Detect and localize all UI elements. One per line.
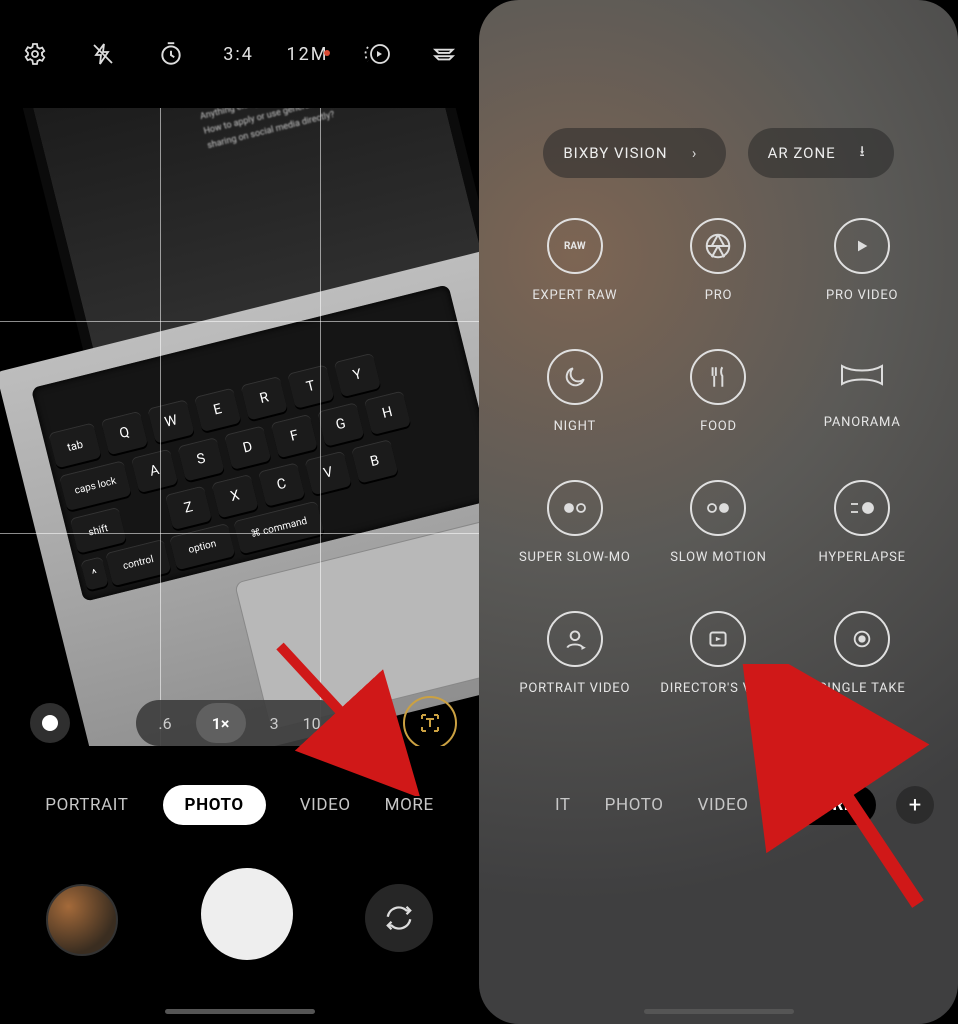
mode-slow-motion[interactable]: SLOW MOTION	[647, 480, 791, 565]
aspect-ratio-button[interactable]: 3:4	[219, 44, 259, 65]
mode-more[interactable]: MORE	[385, 795, 434, 815]
scan-text-button[interactable]	[403, 696, 457, 746]
hyperlapse-icon	[834, 480, 890, 536]
mode-single-take[interactable]: SINGLE TAKE	[790, 611, 934, 696]
mode-pro-video[interactable]: PRO VIDEO	[790, 218, 934, 303]
shutter-button[interactable]	[201, 868, 293, 960]
top-chips: BIXBY VISION› AR ZONE⭳	[479, 128, 958, 178]
mode-photo[interactable]: PHOTO	[605, 795, 664, 815]
color-tone-button[interactable]	[30, 703, 70, 743]
mode-hyperlapse[interactable]: HYPERLAPSE	[790, 480, 934, 565]
mode-portrait[interactable]: PORTRAIT	[45, 795, 128, 815]
mode-super-slow-mo[interactable]: SUPER SLOW-MO	[503, 480, 647, 565]
more-modes-pane: BIXBY VISION› AR ZONE⭳ RAW EXPERT RAW PR…	[479, 0, 958, 1024]
zoom-option[interactable]: 3	[270, 714, 279, 733]
viewfinder-screen-text: Can you use own keywords or predefined o…	[195, 108, 413, 154]
mode-portrait-video[interactable]: PORTRAIT VIDEO	[503, 611, 647, 696]
mode-photo[interactable]: PHOTO	[163, 785, 266, 825]
home-indicator[interactable]	[644, 1009, 794, 1014]
aperture-icon	[690, 218, 746, 274]
motion-photo-icon[interactable]	[356, 34, 396, 74]
gallery-thumbnail[interactable]	[46, 884, 118, 956]
food-icon	[690, 349, 746, 405]
zoom-option[interactable]: 10	[303, 714, 321, 733]
mode-panorama[interactable]: PANORAMA	[790, 349, 934, 434]
download-icon: ⭳	[852, 141, 874, 166]
panorama-icon	[836, 349, 888, 401]
mode-night[interactable]: NIGHT	[503, 349, 647, 434]
chevron-right-icon: ›	[684, 144, 706, 162]
bottom-controls	[0, 850, 479, 980]
moon-icon	[547, 349, 603, 405]
edit-modes-button[interactable]: +	[896, 786, 934, 824]
viewfinder[interactable]: Can you use own keywords or predefined o…	[0, 108, 479, 746]
mode-directors-view[interactable]: DIRECTOR'S VIEW	[647, 611, 791, 696]
expert-raw-icon: RAW	[547, 218, 603, 274]
flash-off-icon[interactable]	[83, 34, 123, 74]
play-icon	[834, 218, 890, 274]
recording-dot-indicator	[324, 50, 330, 56]
zoom-option[interactable]: .6	[158, 714, 171, 733]
mode-expert-raw[interactable]: RAW EXPERT RAW	[503, 218, 647, 303]
more-modes-grid: RAW EXPERT RAW PRO PRO VIDEO NIGHT FOOD …	[479, 218, 958, 696]
mode-video[interactable]: VIDEO	[300, 795, 351, 815]
bixby-vision-button[interactable]: BIXBY VISION›	[543, 128, 725, 178]
directors-view-icon	[690, 611, 746, 667]
mode-portrait-cut[interactable]: IT	[555, 795, 571, 815]
super-slowmo-icon	[547, 480, 603, 536]
mode-video[interactable]: VIDEO	[698, 795, 749, 815]
top-toolbar: 3:4 12M	[0, 0, 479, 108]
home-indicator[interactable]	[165, 1009, 315, 1014]
mode-rail[interactable]: IT PHOTO VIDEO MORE +	[479, 770, 958, 840]
single-take-icon	[834, 611, 890, 667]
zoom-option-active[interactable]: 1×	[196, 703, 246, 743]
switch-camera-button[interactable]	[365, 884, 433, 952]
camera-pane: 3:4 12M Can you use own keywords or pred…	[0, 0, 479, 1024]
mode-more[interactable]: MORE	[783, 785, 876, 825]
mode-pro[interactable]: PRO	[647, 218, 791, 303]
resolution-button[interactable]: 12M	[287, 44, 329, 65]
zoom-selector[interactable]: .6 1× 3 10	[136, 700, 342, 746]
filters-icon[interactable]	[424, 34, 464, 74]
gear-icon[interactable]	[15, 34, 55, 74]
portrait-video-icon	[547, 611, 603, 667]
timer-icon[interactable]	[151, 34, 191, 74]
mode-rail[interactable]: PORTRAIT PHOTO VIDEO MORE	[0, 770, 479, 840]
mode-food[interactable]: FOOD	[647, 349, 791, 434]
slowmo-icon	[690, 480, 746, 536]
ar-zone-button[interactable]: AR ZONE⭳	[748, 128, 894, 178]
